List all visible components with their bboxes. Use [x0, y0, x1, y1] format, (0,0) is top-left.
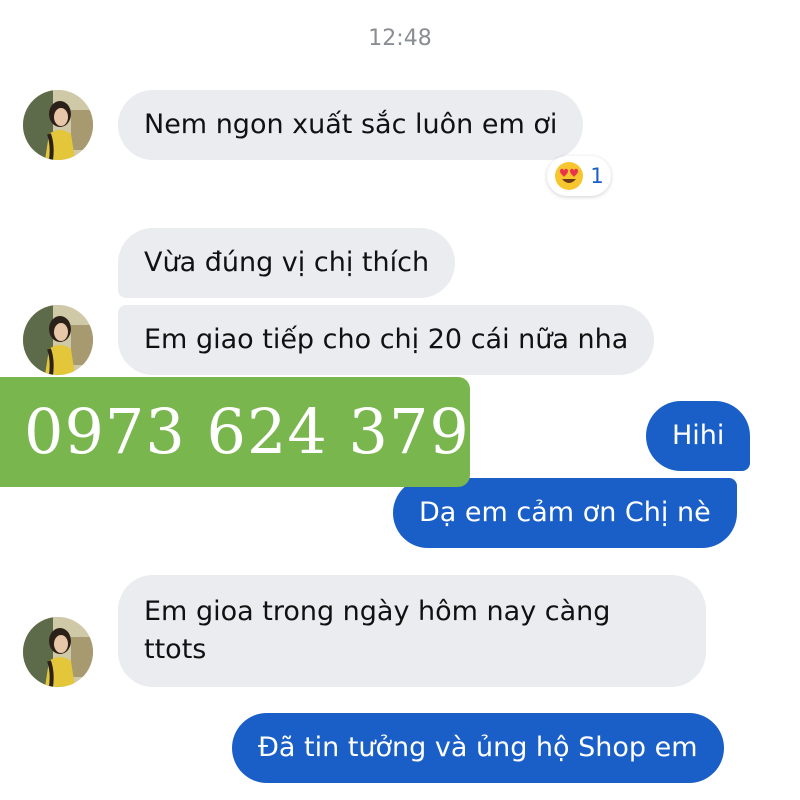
incoming-message-bubble[interactable]: Nem ngon xuất sắc luôn em ơi — [118, 90, 584, 160]
contact-avatar[interactable] — [23, 90, 93, 160]
message-text: Đã tin tưởng và ủng hộ Shop em — [258, 732, 698, 763]
message-text: Vừa đúng vị chị thích — [144, 247, 430, 278]
contact-avatar[interactable] — [23, 305, 93, 375]
message-reaction[interactable]: 1 — [547, 156, 611, 196]
contact-photo-icon — [23, 617, 93, 687]
reaction-count: 1 — [590, 164, 604, 188]
message-text: Nem ngon xuất sắc luôn em ơi — [144, 109, 558, 140]
contact-photo-icon — [23, 305, 93, 375]
incoming-message-bubble[interactable]: Em giao tiếp cho chị 20 cái nữa nha — [118, 305, 655, 375]
chat-screen: 12:48 Nem ngon xuất sắc luôn em ơi 1 Vừa… — [0, 0, 800, 800]
message-text: Dạ em cảm ơn Chị nè — [419, 497, 711, 528]
phone-number-banner: 0973 624 379 — [0, 377, 470, 487]
outgoing-message-bubble[interactable]: Hihi — [646, 401, 751, 471]
incoming-message-bubble[interactable]: Em gioa trong ngày hôm nay càng ttots — [118, 575, 706, 687]
outgoing-message-bubble[interactable]: Dạ em cảm ơn Chị nè — [393, 478, 737, 548]
contact-avatar[interactable] — [23, 617, 93, 687]
message-text: Hihi — [672, 420, 725, 451]
heart-eyes-emoji-icon — [555, 162, 584, 190]
message-text: Em giao tiếp cho chị 20 cái nữa nha — [144, 324, 629, 355]
contact-photo-icon — [23, 90, 93, 160]
message-text-line: Em gioa trong ngày hôm nay càng — [144, 596, 611, 627]
message-timestamp: 12:48 — [368, 26, 432, 51]
outgoing-message-bubble[interactable]: Đã tin tưởng và ủng hộ Shop em — [232, 713, 724, 783]
incoming-message-bubble[interactable]: Vừa đúng vị chị thích — [118, 228, 456, 298]
message-text-line: ttots — [144, 634, 207, 665]
